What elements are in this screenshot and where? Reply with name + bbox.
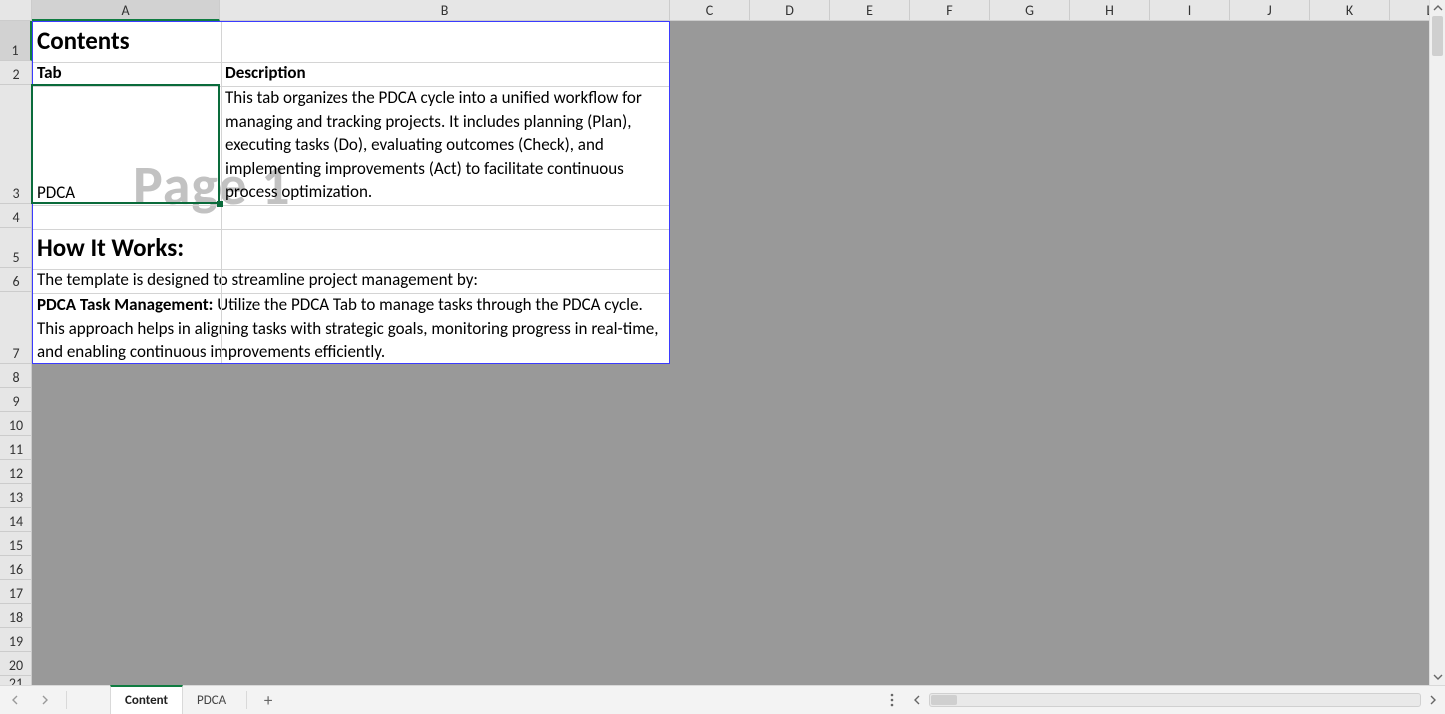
select-all-corner[interactable] bbox=[0, 0, 32, 21]
gridline bbox=[221, 22, 222, 363]
column-header-C[interactable]: C bbox=[670, 0, 750, 21]
tab-content-label: Content bbox=[125, 693, 168, 708]
cell-A7[interactable]: PDCA Task Management: Utilize the PDCA T… bbox=[33, 293, 671, 365]
row-header-2[interactable]: 2 bbox=[0, 61, 32, 85]
tab-content[interactable]: Content bbox=[110, 685, 183, 714]
column-header-A[interactable]: A bbox=[32, 0, 220, 21]
vertical-scrollbar[interactable] bbox=[1429, 0, 1445, 685]
vertical-scroll-track[interactable] bbox=[1430, 16, 1445, 669]
horizontal-scroll-track[interactable] bbox=[929, 693, 1421, 707]
row-headers: 123456789101112131415161718192021 bbox=[0, 21, 32, 685]
row-header-10[interactable]: 10 bbox=[0, 412, 32, 436]
vertical-scroll-thumb[interactable] bbox=[1432, 16, 1443, 56]
grid[interactable]: Page 1 Contents Tab Description PDCA Thi… bbox=[32, 21, 1429, 685]
row-header-1[interactable]: 1 bbox=[0, 21, 32, 61]
column-header-K[interactable]: K bbox=[1310, 0, 1390, 21]
tab-next-icon[interactable] bbox=[30, 686, 60, 714]
row-header-13[interactable]: 13 bbox=[0, 484, 32, 508]
worksheet-area: ABCDEFGHIJKL 123456789101112131415161718… bbox=[0, 0, 1429, 685]
row-header-11[interactable]: 11 bbox=[0, 436, 32, 460]
row-header-18[interactable]: 18 bbox=[0, 604, 32, 628]
gridline bbox=[33, 269, 669, 270]
row-header-14[interactable]: 14 bbox=[0, 508, 32, 532]
scroll-up-icon[interactable] bbox=[1430, 0, 1445, 16]
gridline bbox=[33, 293, 669, 294]
divider bbox=[246, 691, 247, 709]
cell-A5[interactable]: How It Works: bbox=[33, 229, 671, 269]
row-header-15[interactable]: 15 bbox=[0, 532, 32, 556]
horizontal-scroll-thumb[interactable] bbox=[931, 695, 957, 705]
tab-nav bbox=[0, 686, 110, 714]
row-header-3[interactable]: 3 bbox=[0, 85, 32, 204]
row-header-4[interactable]: 4 bbox=[0, 204, 32, 228]
sheet-tab-bar: Content PDCA + bbox=[0, 685, 1445, 714]
scroll-left-icon[interactable] bbox=[909, 692, 925, 708]
tab-options-icon[interactable] bbox=[879, 686, 905, 714]
column-header-I[interactable]: I bbox=[1150, 0, 1230, 21]
row-header-21[interactable]: 21 bbox=[0, 676, 32, 685]
gridline bbox=[33, 229, 669, 230]
column-header-L[interactable]: L bbox=[1390, 0, 1429, 21]
cell-A7-bold: PDCA Task Management: bbox=[37, 294, 217, 315]
column-header-H[interactable]: H bbox=[1070, 0, 1150, 21]
row-header-12[interactable]: 12 bbox=[0, 460, 32, 484]
column-header-E[interactable]: E bbox=[830, 0, 910, 21]
row-header-16[interactable]: 16 bbox=[0, 556, 32, 580]
divider bbox=[66, 691, 67, 709]
column-header-B[interactable]: B bbox=[220, 0, 670, 21]
row-header-20[interactable]: 20 bbox=[0, 652, 32, 676]
scroll-right-icon[interactable] bbox=[1425, 692, 1441, 708]
column-header-J[interactable]: J bbox=[1230, 0, 1310, 21]
row-header-5[interactable]: 5 bbox=[0, 228, 32, 268]
row-header-17[interactable]: 17 bbox=[0, 580, 32, 604]
gridline bbox=[33, 205, 669, 206]
gridline bbox=[33, 62, 669, 63]
column-header-F[interactable]: F bbox=[910, 0, 990, 21]
column-headers: ABCDEFGHIJKL bbox=[32, 0, 1429, 21]
row-header-7[interactable]: 7 bbox=[0, 292, 32, 364]
horizontal-scrollbar[interactable] bbox=[905, 686, 1445, 714]
row-header-9[interactable]: 9 bbox=[0, 388, 32, 412]
row-header-19[interactable]: 19 bbox=[0, 628, 32, 652]
column-header-G[interactable]: G bbox=[990, 0, 1070, 21]
cell-A3[interactable]: PDCA bbox=[33, 86, 221, 205]
tab-pdca[interactable]: PDCA bbox=[183, 686, 240, 714]
cell-A2[interactable]: Tab bbox=[33, 62, 221, 86]
new-sheet-button[interactable]: + bbox=[253, 686, 283, 714]
page-print-area: Page 1 Contents Tab Description PDCA Thi… bbox=[32, 21, 670, 364]
cell-A6[interactable]: The template is designed to streamline p… bbox=[33, 269, 671, 293]
cell-A1[interactable]: Contents bbox=[33, 22, 221, 62]
row-header-8[interactable]: 8 bbox=[0, 364, 32, 388]
row-header-6[interactable]: 6 bbox=[0, 268, 32, 292]
spacer bbox=[283, 686, 879, 714]
column-header-D[interactable]: D bbox=[750, 0, 830, 21]
tab-pdca-label: PDCA bbox=[197, 693, 226, 708]
scroll-down-icon[interactable] bbox=[1430, 669, 1445, 685]
cell-B3[interactable]: This tab organizes the PDCA cycle into a… bbox=[221, 86, 671, 205]
tab-prev-icon[interactable] bbox=[0, 686, 30, 714]
gridline bbox=[33, 86, 669, 87]
cell-B2[interactable]: Description bbox=[221, 62, 671, 86]
